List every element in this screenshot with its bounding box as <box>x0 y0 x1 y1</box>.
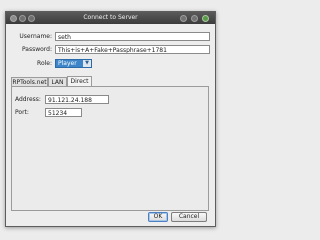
port-field[interactable]: 51234 <box>45 108 82 117</box>
tab-rptools[interactable]: RPTools.net <box>11 77 48 86</box>
role-select[interactable]: Player ▼ <box>55 59 92 68</box>
address-field[interactable]: 91.121.24.188 <box>45 95 109 104</box>
restore-icon[interactable] <box>191 15 198 22</box>
password-field[interactable]: This+is+A+Fake+Passphrase+1781 <box>55 45 210 54</box>
cancel-button[interactable]: Cancel <box>171 212 207 222</box>
username-label: Username: <box>19 33 52 40</box>
direct-panel: Address: 91.121.24.188 Port: 51234 <box>11 86 209 211</box>
title-bar[interactable]: Connect to Server <box>6 12 215 24</box>
role-label: Role: <box>37 60 52 67</box>
username-field[interactable]: seth <box>55 32 210 41</box>
chevron-down-icon[interactable]: ▼ <box>83 60 91 67</box>
address-label: Address: <box>15 96 41 103</box>
password-label: Password: <box>21 46 52 53</box>
tab-lan[interactable]: LAN <box>48 77 67 86</box>
port-label: Port: <box>15 109 29 116</box>
role-select-value: Player <box>58 60 77 67</box>
connect-dialog: Connect to Server Username: seth Passwor… <box>5 11 216 227</box>
ok-button[interactable]: OK <box>148 212 168 222</box>
close-icon[interactable] <box>202 15 209 22</box>
shade-icon[interactable] <box>180 15 187 22</box>
